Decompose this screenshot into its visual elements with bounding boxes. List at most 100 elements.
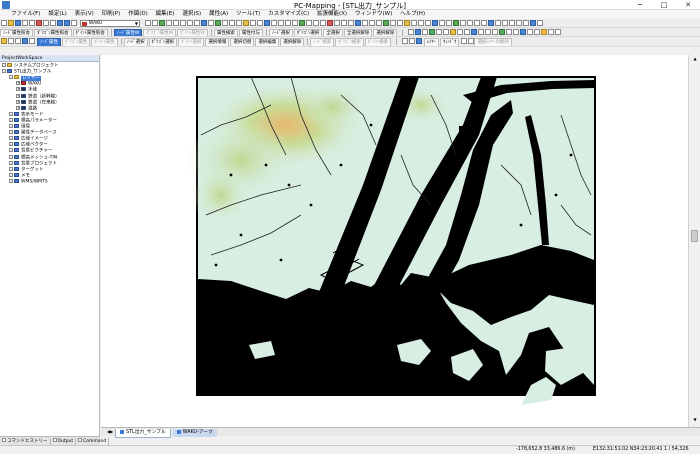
node-icon[interactable] [221, 20, 228, 26]
expand-toggle-icon[interactable]: - [9, 154, 13, 159]
tool-d-icon[interactable] [429, 29, 436, 35]
menu-file[interactable]: ファイル(F) [8, 10, 43, 19]
expand-toggle-icon[interactable]: + [16, 81, 20, 86]
select-all-button[interactable]: 全選択 [323, 29, 343, 36]
legend-icon[interactable] [410, 20, 417, 26]
attr-search-button[interactable]: 属性検索 [213, 29, 238, 36]
folder-icon[interactable] [1, 38, 7, 44]
offset-icon[interactable] [361, 20, 368, 26]
tree-item[interactable]: - システムプロジェクト [2, 63, 59, 69]
redo-icon[interactable] [64, 20, 70, 26]
refresh-icon[interactable] [200, 20, 207, 26]
node-attr-query-button[interactable]: ﾉｰﾄﾞ属性照会 [0, 29, 33, 36]
expand-toggle-icon[interactable]: - [9, 142, 13, 147]
scale-icon[interactable] [347, 20, 354, 26]
polygon-attr-window-button[interactable]: ﾎﾟﾘｺﾞﾝ属性W [143, 29, 177, 36]
help-icon[interactable] [536, 20, 543, 26]
node-attr-tab-button[interactable]: ﾉｰﾄﾞ属性 [36, 38, 61, 46]
tree-item[interactable]: - 標高パラメーター [9, 117, 57, 124]
selection-clear-button[interactable]: 選択解除 [280, 38, 305, 46]
polygon-select-button[interactable]: ﾎﾟﾘｺﾞﾝ選択 [293, 29, 323, 36]
print-icon[interactable] [22, 20, 28, 26]
3d-icon[interactable] [431, 20, 438, 26]
pin-icon[interactable] [461, 38, 468, 44]
vertex-icon[interactable] [270, 20, 277, 26]
tool-h-icon[interactable] [457, 29, 464, 35]
tree-item[interactable]: - WMS/WMTS [9, 178, 48, 185]
new-file-icon[interactable] [1, 20, 7, 26]
save-icon[interactable] [15, 20, 21, 26]
tool-q-icon[interactable] [520, 29, 527, 35]
node-select-tab-button[interactable]: ﾉｰﾄﾞ選択 [123, 38, 148, 46]
pan-icon[interactable] [172, 20, 179, 26]
expand-toggle-icon[interactable]: - [9, 111, 13, 116]
union-icon[interactable] [312, 20, 319, 26]
layer-add-icon[interactable] [158, 20, 165, 26]
window-tile-icon[interactable] [522, 20, 529, 26]
grid-icon[interactable] [214, 20, 221, 26]
tree-item[interactable]: - 広域ベクター [9, 142, 48, 148]
tree-item[interactable]: - 表示モード [9, 111, 44, 118]
next-icon[interactable] [15, 38, 21, 44]
menu-settings[interactable]: 設定(L) [45, 10, 69, 19]
tree-item[interactable]: - ターゲット [9, 166, 44, 173]
filter-icon[interactable] [402, 38, 409, 44]
rotate-icon[interactable] [333, 20, 340, 26]
menu-edit[interactable]: 編集(E) [153, 10, 178, 19]
expand-toggle-icon[interactable]: + [16, 93, 20, 98]
database-icon[interactable] [487, 20, 494, 26]
layers-icon[interactable] [416, 38, 423, 44]
cut-icon[interactable] [36, 20, 42, 26]
prev-icon[interactable] [8, 38, 14, 44]
menu-view[interactable]: 表示(V) [72, 10, 97, 19]
scroll-up-icon[interactable]: ▲ [691, 56, 699, 61]
line-icon[interactable] [228, 20, 235, 26]
expand-toggle-icon[interactable]: - [9, 136, 13, 141]
tab-waku-arc[interactable]: WAKU-アーク [172, 429, 217, 437]
close-button[interactable]: ✕ [676, 0, 700, 10]
menu-draw[interactable]: 作図(D) [125, 10, 151, 19]
tool-m-icon[interactable] [492, 29, 499, 35]
expand-toggle-icon[interactable]: - [2, 63, 6, 67]
tool-p-icon[interactable] [513, 29, 520, 35]
attr-assign-button[interactable]: 属性付与 [238, 29, 263, 36]
tool-f-icon[interactable] [443, 29, 450, 35]
tree-item[interactable]: + 水域 [16, 87, 37, 93]
tool-t-icon[interactable] [541, 29, 548, 35]
move-icon[interactable] [340, 20, 347, 26]
tree-item[interactable]: - 背景ビクチャー [9, 148, 52, 154]
mesh-icon[interactable] [459, 20, 466, 26]
tree-item[interactable]: - 標高メッシュ-TIN [9, 154, 57, 161]
text-icon[interactable] [249, 20, 256, 26]
deselect-button[interactable]: 選択解除 [373, 29, 398, 36]
select-arrow-icon[interactable] [165, 20, 172, 26]
expand-toggle-icon[interactable]: - [2, 69, 6, 74]
expand-toggle-icon[interactable]: - [9, 130, 13, 135]
expand-toggle-icon[interactable]: + [16, 87, 20, 92]
tree-item[interactable]: - 環境 [9, 124, 30, 130]
tree-item[interactable]: - レイヤー [9, 75, 41, 81]
window-dropdown-button[interactable]: ｳｨﾝﾄﾞｳ [439, 38, 460, 46]
paste-icon[interactable] [50, 20, 56, 26]
layer-combo[interactable]: WAKU ▼ [79, 20, 140, 27]
point-select-tab-button[interactable]: ﾎﾟｲﾝﾄ選択 [178, 38, 205, 46]
menu-tools[interactable]: ツール(T) [233, 10, 263, 19]
tool-v-icon[interactable] [555, 29, 562, 35]
expand-toggle-icon[interactable]: - [9, 178, 13, 183]
vertical-scrollbar[interactable]: ▲ ▼ [688, 55, 700, 427]
delete-icon[interactable] [71, 20, 77, 26]
menu-customize[interactable]: カスタマイズ(C) [265, 10, 312, 19]
expand-toggle-icon[interactable]: - [9, 172, 13, 177]
split-icon[interactable] [284, 20, 291, 26]
node-select-button[interactable]: ﾉｰﾄﾞ選択 [268, 29, 293, 36]
tool-g-icon[interactable] [450, 29, 457, 35]
intersect-icon[interactable] [305, 20, 312, 26]
image-icon[interactable] [263, 20, 270, 26]
zoom-in-icon[interactable] [179, 20, 186, 26]
chart-icon[interactable] [501, 20, 508, 26]
scroll-thumb[interactable] [691, 230, 698, 242]
table-icon[interactable] [494, 20, 501, 26]
maximize-button[interactable]: □ [652, 0, 676, 10]
expand-toggle-icon[interactable]: - [9, 75, 13, 80]
scroll-down-icon[interactable]: ▼ [691, 417, 699, 422]
